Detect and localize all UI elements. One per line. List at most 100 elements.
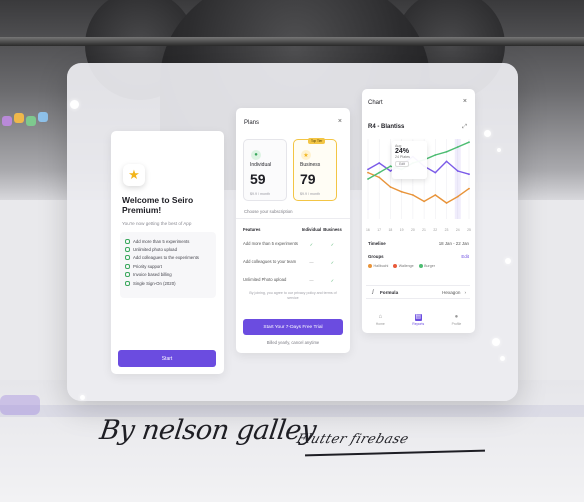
plan-business[interactable]: Top Tier ★ Business 79 $9.9 / month bbox=[293, 138, 337, 201]
check-icon bbox=[125, 263, 130, 269]
table-row: Add colleagues to your team — ✓ bbox=[243, 253, 343, 271]
check-icon: ✓ bbox=[330, 277, 335, 283]
signature: By nelson galley bbox=[97, 415, 318, 446]
data-point[interactable] bbox=[389, 186, 392, 188]
chart-title: R4 - Blantiss bbox=[368, 124, 405, 130]
chart-tooltip: Aug 24% 24 Plates Edit bbox=[392, 141, 427, 179]
data-point[interactable] bbox=[434, 194, 437, 196]
data-point[interactable] bbox=[445, 202, 448, 204]
list-item: Unlimited photo upload bbox=[125, 245, 211, 253]
data-point[interactable] bbox=[367, 178, 369, 180]
nav-reports[interactable]: ▤ Reports bbox=[412, 314, 424, 326]
welcome-title: Welcome to Seiro Premium! bbox=[122, 195, 194, 216]
legend-item[interactable]: Wallenge bbox=[393, 264, 414, 269]
top-tier-badge: Top Tier bbox=[308, 138, 326, 144]
x-tick-label: 20 bbox=[410, 228, 415, 232]
data-point[interactable] bbox=[468, 187, 470, 190]
free-trial-button[interactable]: Start Your 7-Days Free Trial bbox=[243, 319, 343, 335]
table-row: Unlimited Photo upload — ✓ bbox=[243, 271, 343, 289]
tooltip-edit-button[interactable]: Edit bbox=[395, 161, 409, 167]
sparkle bbox=[500, 356, 505, 361]
list-item: Invoice based billing bbox=[125, 271, 211, 279]
close-icon[interactable]: × bbox=[463, 98, 467, 105]
chart-x-axis: 16 17 18 19 20 21 22 23 24 25 bbox=[366, 228, 471, 232]
data-point[interactable] bbox=[411, 194, 414, 196]
sparkle bbox=[70, 100, 79, 109]
start-button[interactable]: Start bbox=[118, 350, 216, 367]
check-icon bbox=[125, 280, 130, 286]
formula-row[interactable]: ∫ Formula Hexagon › bbox=[366, 285, 470, 299]
list-item: Priority support bbox=[125, 262, 211, 270]
x-tick-label: 19 bbox=[399, 228, 404, 232]
plans-title: Plans bbox=[244, 120, 260, 126]
legend-item[interactable]: Burger bbox=[418, 264, 435, 269]
home-icon: ⌂ bbox=[378, 314, 383, 320]
star-icon: ★ bbox=[123, 164, 145, 186]
data-point[interactable] bbox=[400, 190, 403, 193]
nav-profile[interactable]: ● Profile bbox=[452, 314, 462, 326]
groups-edit-link[interactable]: Edit bbox=[461, 254, 469, 259]
dash-icon: — bbox=[309, 277, 314, 283]
data-point[interactable] bbox=[468, 173, 470, 176]
check-icon bbox=[125, 247, 130, 253]
table-header: Features Individual Business bbox=[243, 226, 342, 232]
check-icon bbox=[125, 272, 130, 278]
x-tick-label: 24 bbox=[455, 228, 460, 232]
data-point[interactable] bbox=[456, 195, 459, 198]
function-icon: ∫ bbox=[371, 289, 375, 295]
billing-note: Billed yearly, cancel anytime bbox=[266, 340, 320, 345]
plan-individual[interactable]: ● Individual 59 $9.9 / month bbox=[243, 139, 287, 201]
data-point[interactable] bbox=[456, 170, 459, 172]
legend-item[interactable]: Hallbuchi bbox=[368, 264, 388, 269]
data-point[interactable] bbox=[456, 146, 459, 148]
data-point[interactable] bbox=[434, 154, 437, 156]
background-blur-accent bbox=[0, 395, 40, 415]
close-icon[interactable]: × bbox=[338, 118, 342, 125]
dash-icon: — bbox=[309, 259, 314, 265]
signature-secondary: Flutter firebase bbox=[294, 432, 411, 447]
data-point[interactable] bbox=[445, 160, 448, 163]
check-icon: ✓ bbox=[309, 241, 314, 247]
data-point[interactable] bbox=[468, 141, 470, 144]
x-tick-label: 21 bbox=[422, 228, 426, 232]
list-item: Single Sign-On (2020) bbox=[125, 279, 211, 287]
sparkle bbox=[505, 258, 511, 264]
data-point[interactable] bbox=[367, 171, 369, 174]
data-point[interactable] bbox=[434, 171, 437, 174]
x-tick-label: 18 bbox=[388, 228, 393, 232]
background-barbell bbox=[0, 37, 584, 46]
groups-row: Groups Edit bbox=[368, 254, 469, 259]
plan-name: Business bbox=[300, 162, 321, 168]
nav-home[interactable]: ⌂ Home bbox=[376, 314, 385, 326]
user-icon: ● bbox=[251, 150, 261, 160]
sparkle bbox=[492, 338, 500, 346]
data-point[interactable] bbox=[367, 168, 369, 171]
data-point[interactable] bbox=[445, 150, 448, 153]
x-tick-label: 17 bbox=[377, 228, 382, 232]
data-point[interactable] bbox=[378, 162, 381, 164]
data-point[interactable] bbox=[423, 200, 426, 203]
x-tick-label: 23 bbox=[444, 228, 449, 232]
check-icon bbox=[125, 255, 130, 261]
sparkle bbox=[80, 395, 85, 400]
bottom-nav: ⌂ Home ▤ Reports ● Profile bbox=[362, 314, 475, 326]
plan-period: $9.9 / month bbox=[250, 192, 270, 196]
reports-icon: ▤ bbox=[414, 314, 422, 321]
x-tick-label: 16 bbox=[366, 228, 370, 232]
feature-list: Add more than 5 experiments Unlimited ph… bbox=[120, 232, 216, 298]
star-icon: ★ bbox=[301, 150, 311, 160]
data-point[interactable] bbox=[378, 176, 381, 179]
chevron-right-icon: › bbox=[464, 289, 466, 295]
expand-icon[interactable]: ⤢ bbox=[462, 124, 467, 131]
check-icon bbox=[125, 238, 130, 244]
sparkle bbox=[484, 130, 491, 137]
welcome-card: ★ Welcome to Seiro Premium! You're now g… bbox=[111, 131, 224, 374]
list-item: Add more than 5 experiments bbox=[125, 237, 211, 245]
chart-header: Chart bbox=[368, 100, 383, 106]
list-item: Add colleagues to the experiments bbox=[125, 254, 211, 262]
data-point[interactable] bbox=[378, 171, 381, 174]
highlight-column bbox=[454, 139, 461, 219]
timeline-row[interactable]: Timeline 18 Jan - 22 Jan bbox=[368, 241, 469, 246]
terms-note: By joining, you agree to our privacy pol… bbox=[249, 291, 337, 300]
check-icon: ✓ bbox=[330, 259, 335, 265]
